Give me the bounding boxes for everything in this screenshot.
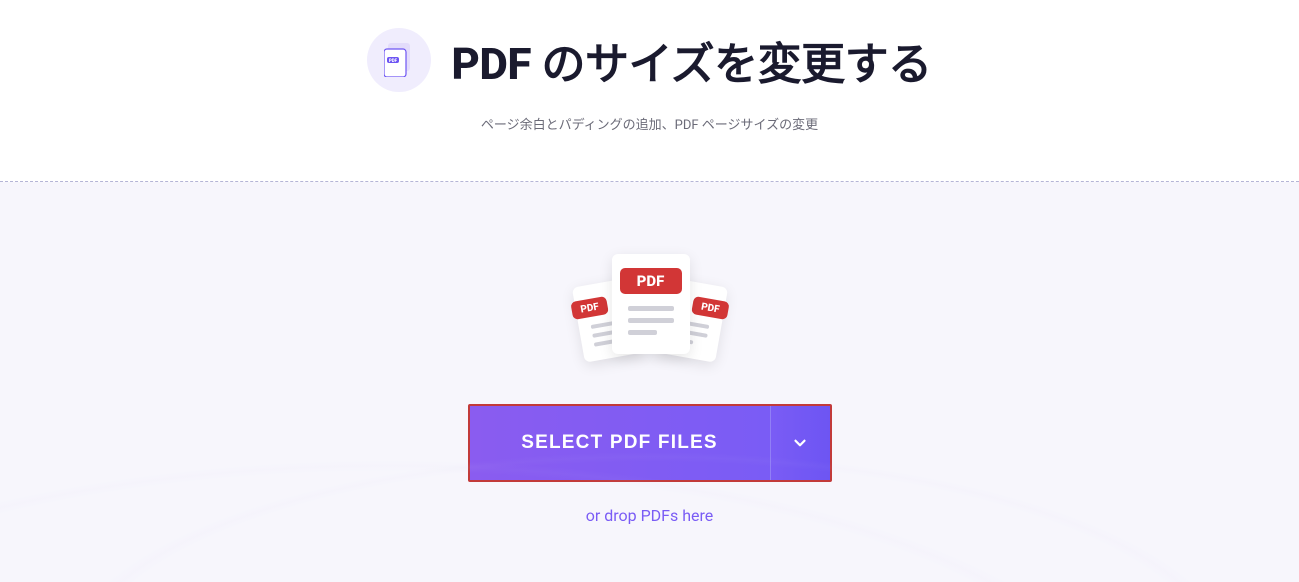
header-section: PDF PDF のサイズを変更する ページ余白とパディングの追加、PDF ページ…: [0, 0, 1299, 133]
page-subtitle: ページ余白とパディングの追加、PDF ページサイズの変更: [0, 114, 1299, 133]
app-icon: PDF: [367, 28, 431, 92]
svg-text:PDF: PDF: [389, 58, 398, 64]
pdf-badge: PDF: [570, 296, 609, 320]
title-row: PDF PDF のサイズを変更する: [0, 28, 1299, 92]
chevron-down-icon: [791, 434, 809, 452]
select-files-group: SELECT PDF FILES: [468, 404, 832, 482]
page-title: PDF のサイズを変更する: [451, 28, 931, 92]
upload-dropzone[interactable]: PDF PDF PDF SELECT PDF FILES or drop PDF…: [0, 182, 1299, 582]
pdf-badge: PDF: [620, 268, 682, 294]
drop-hint-text: or drop PDFs here: [586, 506, 714, 525]
pdf-badge: PDF: [691, 296, 730, 320]
pdf-files-icon: PDF PDF PDF: [570, 254, 730, 374]
select-source-dropdown-button[interactable]: [770, 406, 830, 480]
select-pdf-files-button[interactable]: SELECT PDF FILES: [470, 406, 770, 480]
